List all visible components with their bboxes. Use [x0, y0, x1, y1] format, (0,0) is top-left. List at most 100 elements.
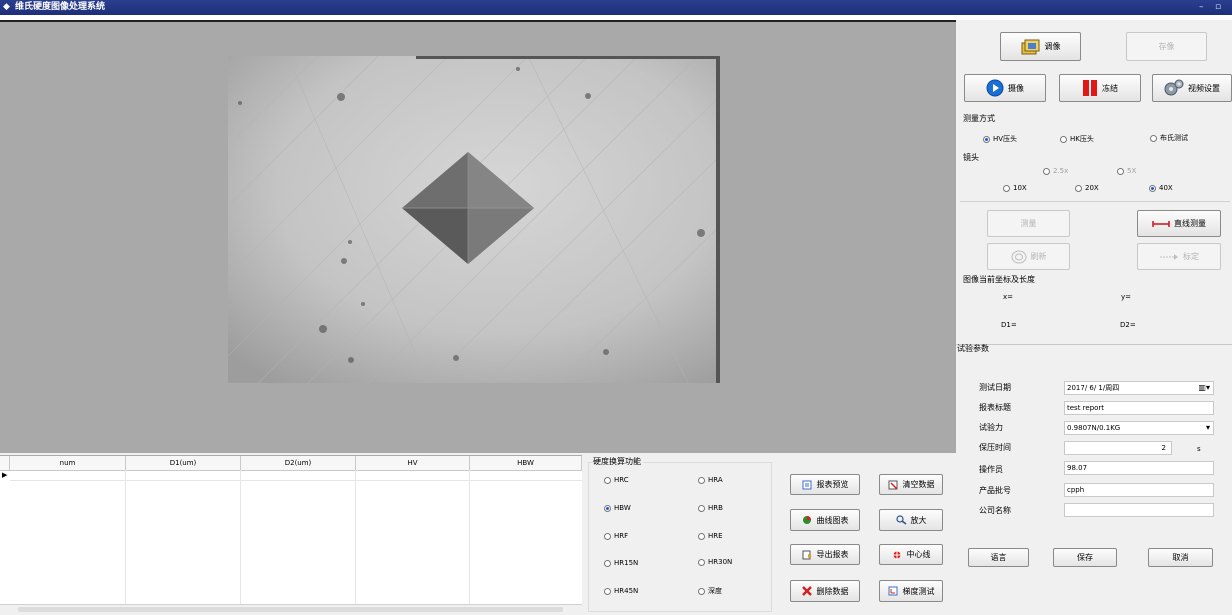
column-hbw[interactable]: HBW [470, 456, 582, 470]
horizontal-scrollbar[interactable] [0, 604, 582, 615]
save-label: 保存 [1077, 553, 1093, 562]
results-table[interactable]: num D1(um) D2(um) HV HBW ▶ [0, 455, 582, 615]
radio-hbw[interactable]: HBW [604, 503, 631, 513]
radio-label: HK压头 [1070, 135, 1094, 143]
radio-brinell-test[interactable]: 布氏测试 [1150, 133, 1188, 143]
radio-label: 20X [1085, 184, 1099, 192]
radio-dot [604, 559, 611, 567]
export-report-label: 导出报表 [816, 550, 849, 559]
zoom-in-label: 放大 [910, 515, 927, 525]
batch-number-label: 产品批号 [979, 486, 1011, 495]
radio-label: HR45N [614, 587, 639, 595]
line-measure-label: 直线测量 [1174, 219, 1206, 228]
radio-hr30n[interactable]: HR30N [698, 557, 732, 567]
zoom-in-button[interactable]: 放大 [879, 509, 943, 531]
ruler-line-icon [1152, 220, 1170, 227]
center-line-button[interactable]: 中心线 [879, 544, 943, 565]
radio-dot [604, 504, 611, 512]
curve-chart-button[interactable]: 曲线图表 [790, 509, 860, 531]
grid-line [469, 470, 470, 604]
column-d2[interactable]: D2(um) [241, 456, 356, 470]
column-d1[interactable]: D1(um) [126, 456, 241, 470]
save-image-button[interactable]: 存像 [1126, 32, 1207, 61]
radio-hrf[interactable]: HRF [604, 531, 628, 541]
radio-lens-10x[interactable]: 10X [1003, 183, 1027, 193]
column-num[interactable]: num [10, 456, 126, 470]
radio-dot [604, 587, 611, 595]
test-force-label: 试验力 [979, 423, 1003, 432]
radio-hk-indenter[interactable]: HK压头 [1060, 134, 1094, 144]
calibrate-label: 标定 [1183, 252, 1199, 261]
gradient-test-button[interactable]: 梯度测试 [879, 580, 943, 602]
conversion-label: 硬度换算功能 [593, 457, 643, 467]
cancel-button[interactable]: 取消 [1148, 548, 1213, 567]
radio-hr15n[interactable]: HR15N [604, 558, 638, 568]
hold-time-input[interactable]: 2 [1064, 441, 1172, 455]
language-button[interactable]: 语言 [968, 548, 1029, 567]
test-date-picker[interactable]: 2017/ 6/ 1/周四 ▥▾ [1064, 381, 1214, 395]
export-report-button[interactable]: 导出报表 [790, 544, 860, 565]
play-circle-icon [986, 79, 1004, 97]
radio-dot [698, 587, 705, 595]
batch-number-input[interactable]: cpph [1064, 483, 1214, 497]
radio-dot [698, 476, 705, 484]
operator-label: 操作员 [979, 465, 1003, 474]
specimen-image[interactable] [228, 56, 720, 383]
grid-line [355, 470, 356, 604]
radio-label: HR30N [708, 558, 733, 566]
measure-button[interactable]: 测量 [987, 210, 1070, 237]
radio-label: HRF [614, 532, 629, 540]
report-title-label: 报表标题 [979, 403, 1011, 412]
divider [960, 201, 1230, 202]
test-params-label: 试验参数 [957, 344, 989, 353]
hold-time-unit: s [1197, 445, 1201, 453]
center-line-label: 中心线 [906, 550, 931, 559]
camera-button[interactable]: 摄像 [964, 74, 1046, 102]
calendar-icon[interactable]: ▥▾ [1198, 382, 1210, 394]
radio-hv-indenter[interactable]: HV压头 [983, 134, 1017, 144]
radio-hr45n[interactable]: HR45N [604, 586, 638, 596]
radio-hrc[interactable]: HRC [604, 475, 629, 485]
freeze-button[interactable]: 冻结 [1059, 74, 1141, 102]
d2-label: D2= [1120, 321, 1136, 329]
radio-lens-40x[interactable]: 40X [1149, 183, 1173, 193]
video-settings-button[interactable]: 视频设置 [1152, 74, 1232, 102]
gradient-test-icon [888, 586, 897, 596]
capture-label: 调像 [1044, 42, 1061, 51]
delete-data-button[interactable]: 删除数据 [790, 580, 860, 602]
refresh-button[interactable]: 刷新 [987, 243, 1070, 270]
scrollbar-thumb[interactable] [18, 607, 563, 612]
radio-lens-5x[interactable]: 5X [1117, 166, 1136, 176]
report-preview-button[interactable]: 报表预览 [790, 474, 860, 495]
radio-dot [1150, 134, 1157, 142]
radio-label: HRB [708, 504, 723, 512]
crosshair-icon [891, 549, 902, 560]
radio-label: 40X [1159, 184, 1173, 192]
save-button[interactable]: 保存 [1053, 548, 1117, 567]
radio-hrb[interactable]: HRB [698, 503, 723, 513]
operator-input[interactable]: 98.07 [1064, 461, 1214, 475]
radio-hre[interactable]: HRE [698, 531, 723, 541]
minimize-icon[interactable]: – [1199, 2, 1204, 12]
freeze-label: 冻结 [1102, 83, 1118, 93]
test-force-value: 0.9807N/0.1KG [1067, 424, 1121, 432]
chevron-down-icon[interactable]: ▾ [1206, 422, 1210, 434]
radio-lens-20x[interactable]: 20X [1075, 183, 1099, 193]
radio-depth[interactable]: 深度 [698, 586, 722, 596]
report-title-input[interactable]: test report [1064, 401, 1214, 415]
gears-icon [1164, 79, 1184, 96]
radio-dot [1149, 184, 1156, 192]
column-hv[interactable]: HV [356, 456, 470, 470]
hold-time-label: 保压时间 [979, 443, 1011, 452]
radio-hra[interactable]: HRA [698, 475, 723, 485]
clear-icon [888, 480, 898, 490]
maximize-icon[interactable]: ▫ [1215, 2, 1221, 12]
calibrate-button[interactable]: 标定 [1137, 243, 1221, 270]
radio-label: 10X [1013, 184, 1027, 192]
line-measure-button[interactable]: 直线测量 [1137, 210, 1221, 237]
radio-lens-2-5x[interactable]: 2.5x [1043, 166, 1068, 176]
company-name-input[interactable] [1064, 503, 1214, 517]
capture-button[interactable]: 调像 [1000, 32, 1081, 61]
clear-data-button[interactable]: 清空数据 [879, 474, 943, 495]
test-force-select[interactable]: 0.9807N/0.1KG ▾ [1064, 421, 1214, 435]
